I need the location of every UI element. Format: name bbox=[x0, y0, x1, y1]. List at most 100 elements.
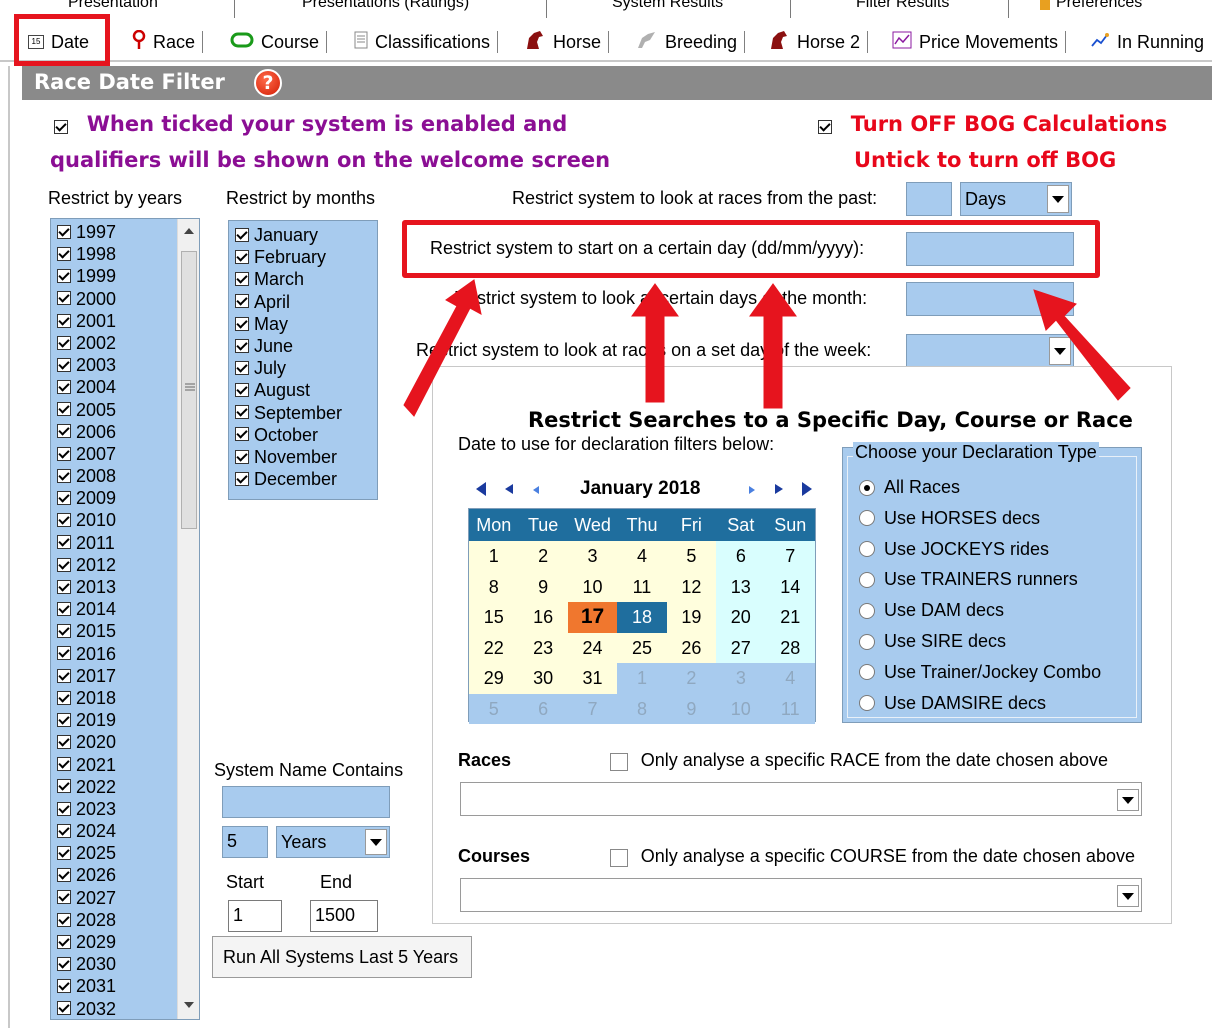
period-unit-select[interactable]: Years bbox=[276, 826, 390, 858]
radio-button[interactable] bbox=[859, 695, 875, 712]
year-checkbox[interactable] bbox=[57, 402, 71, 417]
year-checkbox[interactable] bbox=[57, 690, 71, 705]
declaration-option[interactable]: Use HORSES decs bbox=[859, 503, 1040, 534]
days-of-month-input[interactable] bbox=[906, 282, 1074, 316]
year-checkbox[interactable] bbox=[57, 291, 71, 306]
tab-presentation[interactable]: Presentation bbox=[46, 0, 158, 12]
calendar-day[interactable]: 3 bbox=[567, 541, 618, 572]
month-checkbox[interactable] bbox=[235, 471, 249, 486]
tab-presentations-ratings[interactable]: Presentations (Ratings) bbox=[280, 0, 469, 12]
end-input[interactable]: 1500 bbox=[310, 900, 378, 932]
calendar-day[interactable]: 11 bbox=[617, 571, 667, 602]
calendar-day[interactable]: 21 bbox=[765, 602, 815, 633]
tab-course[interactable]: Course bbox=[230, 28, 328, 56]
year-checkbox[interactable] bbox=[57, 246, 71, 261]
dropdown-arrow-icon[interactable] bbox=[365, 829, 387, 855]
years-list[interactable]: 1997 1998 1999 2000 2001 2002 2003 2004 2005 2006… bbox=[50, 218, 200, 1020]
year-checkbox[interactable] bbox=[57, 646, 71, 661]
course-filter-checkbox[interactable] bbox=[610, 848, 628, 867]
month-item[interactable]: September bbox=[229, 402, 377, 424]
month-checkbox[interactable] bbox=[235, 405, 249, 420]
day-of-week-select[interactable] bbox=[906, 334, 1074, 368]
declaration-option[interactable]: Use JOCKEYS rides bbox=[859, 534, 1049, 565]
tab-breeding[interactable]: Breeding bbox=[636, 28, 746, 56]
calendar-day[interactable]: 2 bbox=[666, 663, 717, 694]
month-checkbox[interactable] bbox=[235, 383, 249, 398]
calendar-day[interactable]: 13 bbox=[716, 571, 766, 602]
radio-button[interactable] bbox=[859, 541, 875, 558]
year-checkbox[interactable] bbox=[57, 956, 71, 971]
calendar-day[interactable]: 23 bbox=[518, 632, 568, 663]
declaration-option[interactable]: Use DAMSIRE decs bbox=[859, 688, 1046, 719]
year-checkbox[interactable] bbox=[57, 269, 71, 284]
months-list[interactable]: January February March April May June July Augu… bbox=[228, 220, 378, 500]
dropdown-arrow-icon[interactable] bbox=[1049, 337, 1071, 365]
month-item[interactable]: June bbox=[229, 335, 377, 357]
calendar-day[interactable]: 8 bbox=[617, 693, 667, 724]
tab-preferences[interactable]: Preferences bbox=[1040, 0, 1142, 12]
tab-in-running[interactable]: In Running bbox=[1090, 28, 1204, 56]
year-checkbox[interactable] bbox=[57, 380, 71, 395]
month-item[interactable]: April bbox=[229, 291, 377, 313]
calendar-day[interactable]: 7 bbox=[567, 693, 618, 724]
month-item[interactable]: August bbox=[229, 379, 377, 401]
calendar-day[interactable]: 28 bbox=[765, 632, 815, 663]
month-item[interactable]: July bbox=[229, 357, 377, 379]
calendar-day[interactable]: 20 bbox=[716, 602, 766, 633]
prev-week-icon[interactable] bbox=[532, 486, 540, 494]
calendar-day[interactable]: 8 bbox=[469, 571, 519, 602]
year-checkbox[interactable] bbox=[57, 668, 71, 683]
prev-year-icon[interactable] bbox=[474, 482, 488, 496]
calendar-day[interactable]: 9 bbox=[666, 693, 717, 724]
year-checkbox[interactable] bbox=[57, 357, 71, 372]
year-checkbox[interactable] bbox=[57, 735, 71, 750]
year-checkbox[interactable] bbox=[57, 846, 71, 860]
calendar-day[interactable]: 10 bbox=[567, 571, 618, 602]
calendar-day[interactable]: 31 bbox=[567, 663, 618, 694]
year-checkbox[interactable] bbox=[57, 912, 71, 927]
calendar-day[interactable]: 1 bbox=[469, 541, 519, 572]
calendar-day[interactable]: 9 bbox=[518, 571, 568, 602]
calendar-day[interactable]: 7 bbox=[765, 541, 815, 572]
tab-horse[interactable]: Horse bbox=[524, 28, 610, 56]
month-item[interactable]: January bbox=[229, 224, 377, 246]
calendar-day[interactable]: 18 bbox=[617, 602, 667, 633]
calendar[interactable]: Mon Tue Wed Thu Fri Sat Sun 1 2 3 4 5 6 7 8 9 10 11 12 13 1… bbox=[468, 508, 816, 724]
tab-horse-2[interactable]: Horse 2 bbox=[768, 28, 869, 56]
calendar-day[interactable]: 5 bbox=[469, 693, 519, 724]
year-checkbox[interactable] bbox=[57, 979, 71, 994]
year-checkbox[interactable] bbox=[57, 890, 71, 905]
scroll-down-icon[interactable] bbox=[183, 1001, 195, 1009]
month-item[interactable]: February bbox=[229, 246, 377, 268]
month-item[interactable]: November bbox=[229, 446, 377, 468]
radio-button[interactable] bbox=[859, 633, 875, 650]
month-checkbox[interactable] bbox=[235, 449, 249, 464]
tab-system-results[interactable]: System Results bbox=[590, 0, 723, 12]
year-checkbox[interactable] bbox=[57, 757, 71, 772]
calendar-day[interactable]: 11 bbox=[765, 693, 815, 724]
radio-button[interactable] bbox=[859, 510, 875, 527]
calendar-day[interactable]: 25 bbox=[617, 632, 667, 663]
calendar-day[interactable]: 2 bbox=[518, 541, 568, 572]
calendar-day[interactable]: 24 bbox=[567, 632, 618, 663]
scroll-up-icon[interactable] bbox=[183, 227, 195, 235]
year-checkbox[interactable] bbox=[57, 424, 71, 439]
month-item[interactable]: March bbox=[229, 268, 377, 290]
race-select[interactable] bbox=[460, 782, 1142, 816]
calendar-day[interactable]: 1 bbox=[617, 663, 667, 694]
month-checkbox[interactable] bbox=[235, 294, 249, 309]
system-name-input[interactable] bbox=[222, 786, 390, 818]
calendar-day[interactable]: 4 bbox=[617, 541, 667, 572]
tab-race[interactable]: Race bbox=[132, 28, 204, 56]
year-checkbox[interactable] bbox=[57, 513, 71, 528]
next-year-icon[interactable] bbox=[800, 482, 814, 496]
enable-system-checkbox[interactable] bbox=[54, 119, 68, 134]
help-icon[interactable]: ? bbox=[254, 69, 282, 97]
scroll-thumb[interactable] bbox=[181, 251, 197, 529]
course-select[interactable] bbox=[460, 878, 1142, 912]
month-item[interactable]: May bbox=[229, 313, 377, 335]
month-item[interactable]: December bbox=[229, 468, 377, 490]
tab-price-movements[interactable]: Price Movements bbox=[892, 28, 1067, 56]
year-checkbox[interactable] bbox=[57, 557, 71, 572]
tab-classifications[interactable]: Classifications bbox=[354, 28, 499, 56]
